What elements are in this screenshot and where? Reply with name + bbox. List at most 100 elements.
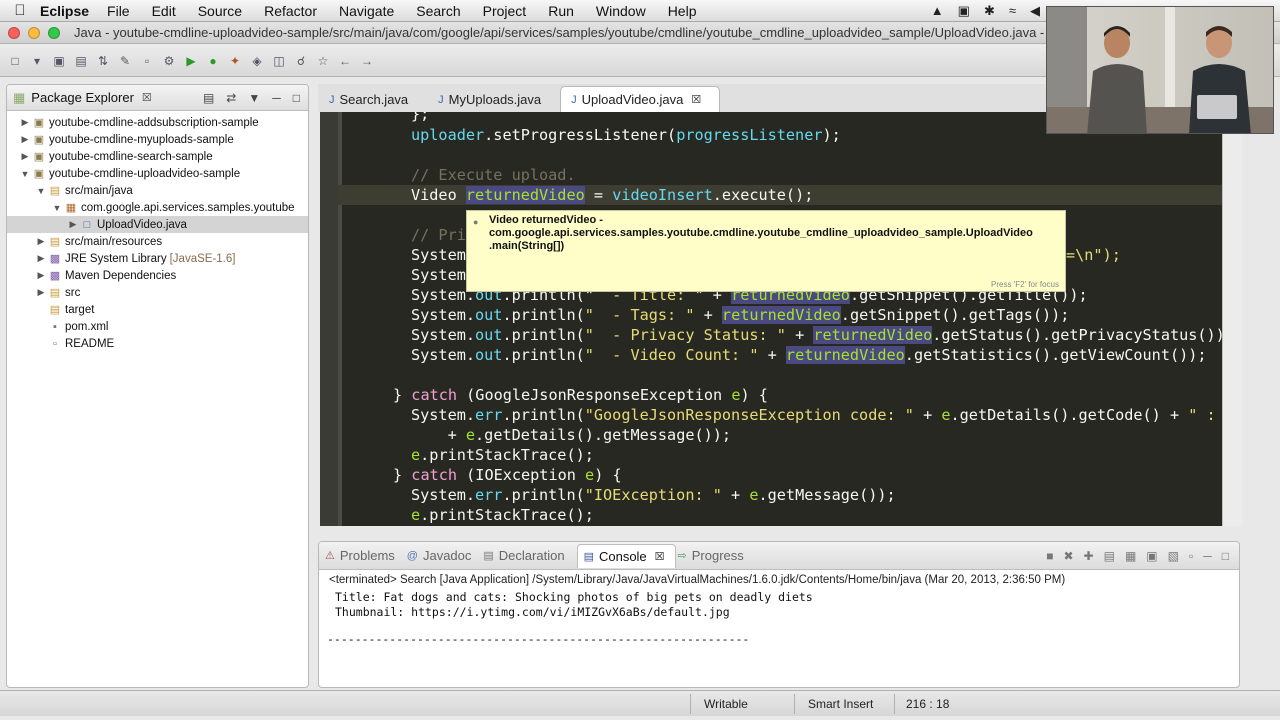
link-editor-icon[interactable]: ⇄ (226, 91, 236, 105)
zoom-window-button[interactable] (48, 26, 60, 39)
scroll-lock-icon[interactable]: ▦ (1125, 549, 1136, 563)
expand-arrow-icon[interactable]: ▶ (35, 270, 47, 281)
menu-file[interactable]: File (107, 3, 130, 19)
menu-edit[interactable]: Edit (152, 3, 176, 19)
sync-icon[interactable]: ⇅ (94, 53, 112, 69)
tab-declaration[interactable]: ▤ Declaration (483, 544, 574, 568)
console-terminated-label: <terminated> Search [Java Application] /… (329, 574, 1066, 586)
code-line: Video returnedVideo = videoInsert.execut… (411, 186, 814, 204)
console-line: Title: Fat dogs and cats: Shocking photo… (335, 590, 813, 604)
tab-problems[interactable]: ⚠ Problems (325, 544, 405, 568)
display-icon[interactable]: ▣ (958, 3, 970, 19)
open-type-icon[interactable]: ◫ (270, 53, 288, 69)
apple-icon[interactable]:  (0, 2, 40, 19)
menu-refactor[interactable]: Refactor (264, 3, 317, 19)
expand-arrow-icon[interactable]: ▶ (19, 134, 31, 145)
close-icon[interactable]: ☒ (142, 91, 152, 104)
expand-arrow-icon[interactable]: ▶ (35, 236, 47, 247)
minimize-window-button[interactable] (28, 26, 40, 39)
forward-icon[interactable]: → (358, 53, 376, 69)
menu-help[interactable]: Help (668, 3, 697, 19)
tab-javadoc[interactable]: @ Javadoc (407, 544, 482, 568)
expand-arrow-icon[interactable]: ▶ (35, 253, 47, 264)
print-icon[interactable]: ▤ (72, 53, 90, 69)
expand-arrow-icon[interactable]: ▶ (35, 287, 47, 298)
tree-item-target[interactable]: ▤ target (7, 301, 308, 318)
tree-item-src-main-resources[interactable]: ▶ ▤ src/main/resources (7, 233, 308, 250)
menu-project[interactable]: Project (483, 3, 527, 19)
console-output[interactable]: <terminated> Search [Java Application] /… (319, 570, 1239, 646)
menu-search[interactable]: Search (416, 3, 460, 19)
maximize-icon[interactable]: □ (293, 91, 300, 105)
back-icon[interactable]: ← (336, 53, 354, 69)
menu-run[interactable]: Run (548, 3, 574, 19)
open-icon[interactable]: ▾ (28, 53, 46, 69)
pin-console-icon[interactable]: ▣ (1146, 549, 1157, 563)
terminate-icon[interactable]: ■ (1046, 549, 1053, 563)
new-class-icon[interactable]: ◈ (248, 53, 266, 69)
clear-console-icon[interactable]: ▤ (1104, 549, 1115, 563)
open-console-icon[interactable]: ▫ (1189, 549, 1193, 563)
tree-item-src[interactable]: ▶ ▤ src (7, 284, 308, 301)
remove-launch-icon[interactable]: ✖ (1063, 549, 1073, 563)
javadoc-hover-popup[interactable]: ● Video returnedVideo - com.google.api.s… (466, 210, 1066, 292)
collapse-arrow-icon[interactable]: ▼ (51, 203, 63, 213)
expand-arrow-icon[interactable]: ▶ (19, 151, 31, 162)
menu-app-eclipse[interactable]: Eclipse (40, 3, 89, 19)
close-tab-icon[interactable]: ☒ (691, 93, 701, 106)
tools-icon[interactable]: ⚙ (160, 53, 178, 69)
tree-item-addsubscription[interactable]: ▶ ▣ youtube-cmdline-addsubscription-samp… (7, 114, 308, 131)
tab-search-java[interactable]: J Search.java (318, 86, 427, 112)
remove-all-icon[interactable]: ✚ (1084, 549, 1094, 563)
drive-icon[interactable]: ▲ (931, 3, 944, 19)
search-toolbar-icon[interactable]: ☌ (292, 53, 310, 69)
close-window-button[interactable] (8, 26, 20, 39)
overview-ruler[interactable] (1222, 112, 1242, 526)
tree-item-maven[interactable]: ▶ ▩ Maven Dependencies (7, 267, 308, 284)
volume-icon[interactable]: ◀ (1030, 3, 1040, 19)
tab-myuploads-java[interactable]: J MyUploads.java (427, 86, 560, 112)
maximize-icon[interactable]: □ (1222, 549, 1229, 563)
view-menu-icon[interactable]: ▼ (248, 91, 260, 105)
collapse-arrow-icon[interactable]: ▼ (35, 186, 47, 196)
close-tab-icon[interactable]: ☒ (655, 550, 665, 563)
tree-item-jre[interactable]: ▶ ▩ JRE System Library [JavaSE-1.6] (7, 250, 308, 267)
code-editor[interactable]: }; uploader.setProgressListener(progress… (320, 112, 1222, 526)
external-tools-icon[interactable]: ✦ (226, 53, 244, 69)
tree-item-uploadvideo-java[interactable]: ▶ □ UploadVideo.java (7, 216, 308, 233)
tree-item-search[interactable]: ▶ ▣ youtube-cmdline-search-sample (7, 148, 308, 165)
save-icon[interactable]: ▣ (50, 53, 68, 69)
tree-item-src-main-java[interactable]: ▼ ▤ src/main/java (7, 182, 308, 199)
package-explorer-title[interactable]: Package Explorer (31, 90, 134, 105)
menu-source[interactable]: Source (198, 3, 242, 19)
expand-arrow-icon[interactable]: ▶ (19, 117, 31, 128)
console-separator: ----------------------------------------… (327, 632, 750, 646)
tree-item-uploadvideo[interactable]: ▼ ▣ youtube-cmdline-uploadvideo-sample (7, 165, 308, 182)
new-icon[interactable]: □ (6, 53, 24, 69)
bluetooth-icon[interactable]: ✱ (984, 3, 995, 19)
status-cursor-position: 216 : 18 (906, 697, 950, 711)
collapse-all-icon[interactable]: ▤ (203, 91, 214, 105)
tab-uploadvideo-java[interactable]: J UploadVideo.java ☒ (560, 86, 721, 112)
tab-console[interactable]: ▤ Console ☒ (576, 543, 676, 568)
tree-item-pom[interactable]: ▪ pom.xml (7, 318, 308, 335)
menu-window[interactable]: Window (596, 3, 646, 19)
wifi-icon[interactable]: ≈ (1009, 3, 1016, 19)
display-console-icon[interactable]: ▧ (1168, 549, 1179, 563)
tree-item-package[interactable]: ▼ ▦ com.google.api.services.samples.yout… (7, 199, 308, 216)
debug-icon[interactable]: ● (204, 53, 222, 69)
collapse-arrow-icon[interactable]: ▼ (19, 169, 31, 179)
expand-arrow-icon[interactable]: ▶ (67, 219, 79, 230)
menu-navigate[interactable]: Navigate (339, 3, 394, 19)
toggle-icon[interactable]: ▫ (138, 53, 156, 69)
minimize-icon[interactable]: ─ (272, 91, 281, 105)
run-icon[interactable]: ▶ (182, 53, 200, 69)
code-line: } catch (GoogleJsonResponseException e) … (393, 386, 768, 404)
minimize-icon[interactable]: ─ (1203, 549, 1212, 563)
code-line: System.err.println("GoogleJsonResponseEx… (411, 406, 1216, 424)
tree-item-readme[interactable]: ▫ README (7, 335, 308, 352)
pencil-icon[interactable]: ✎ (116, 53, 134, 69)
tab-progress[interactable]: ⇨ Progress (678, 544, 754, 568)
tree-item-myuploads[interactable]: ▶ ▣ youtube-cmdline-myuploads-sample (7, 131, 308, 148)
annotation-icon[interactable]: ☆ (314, 53, 332, 69)
